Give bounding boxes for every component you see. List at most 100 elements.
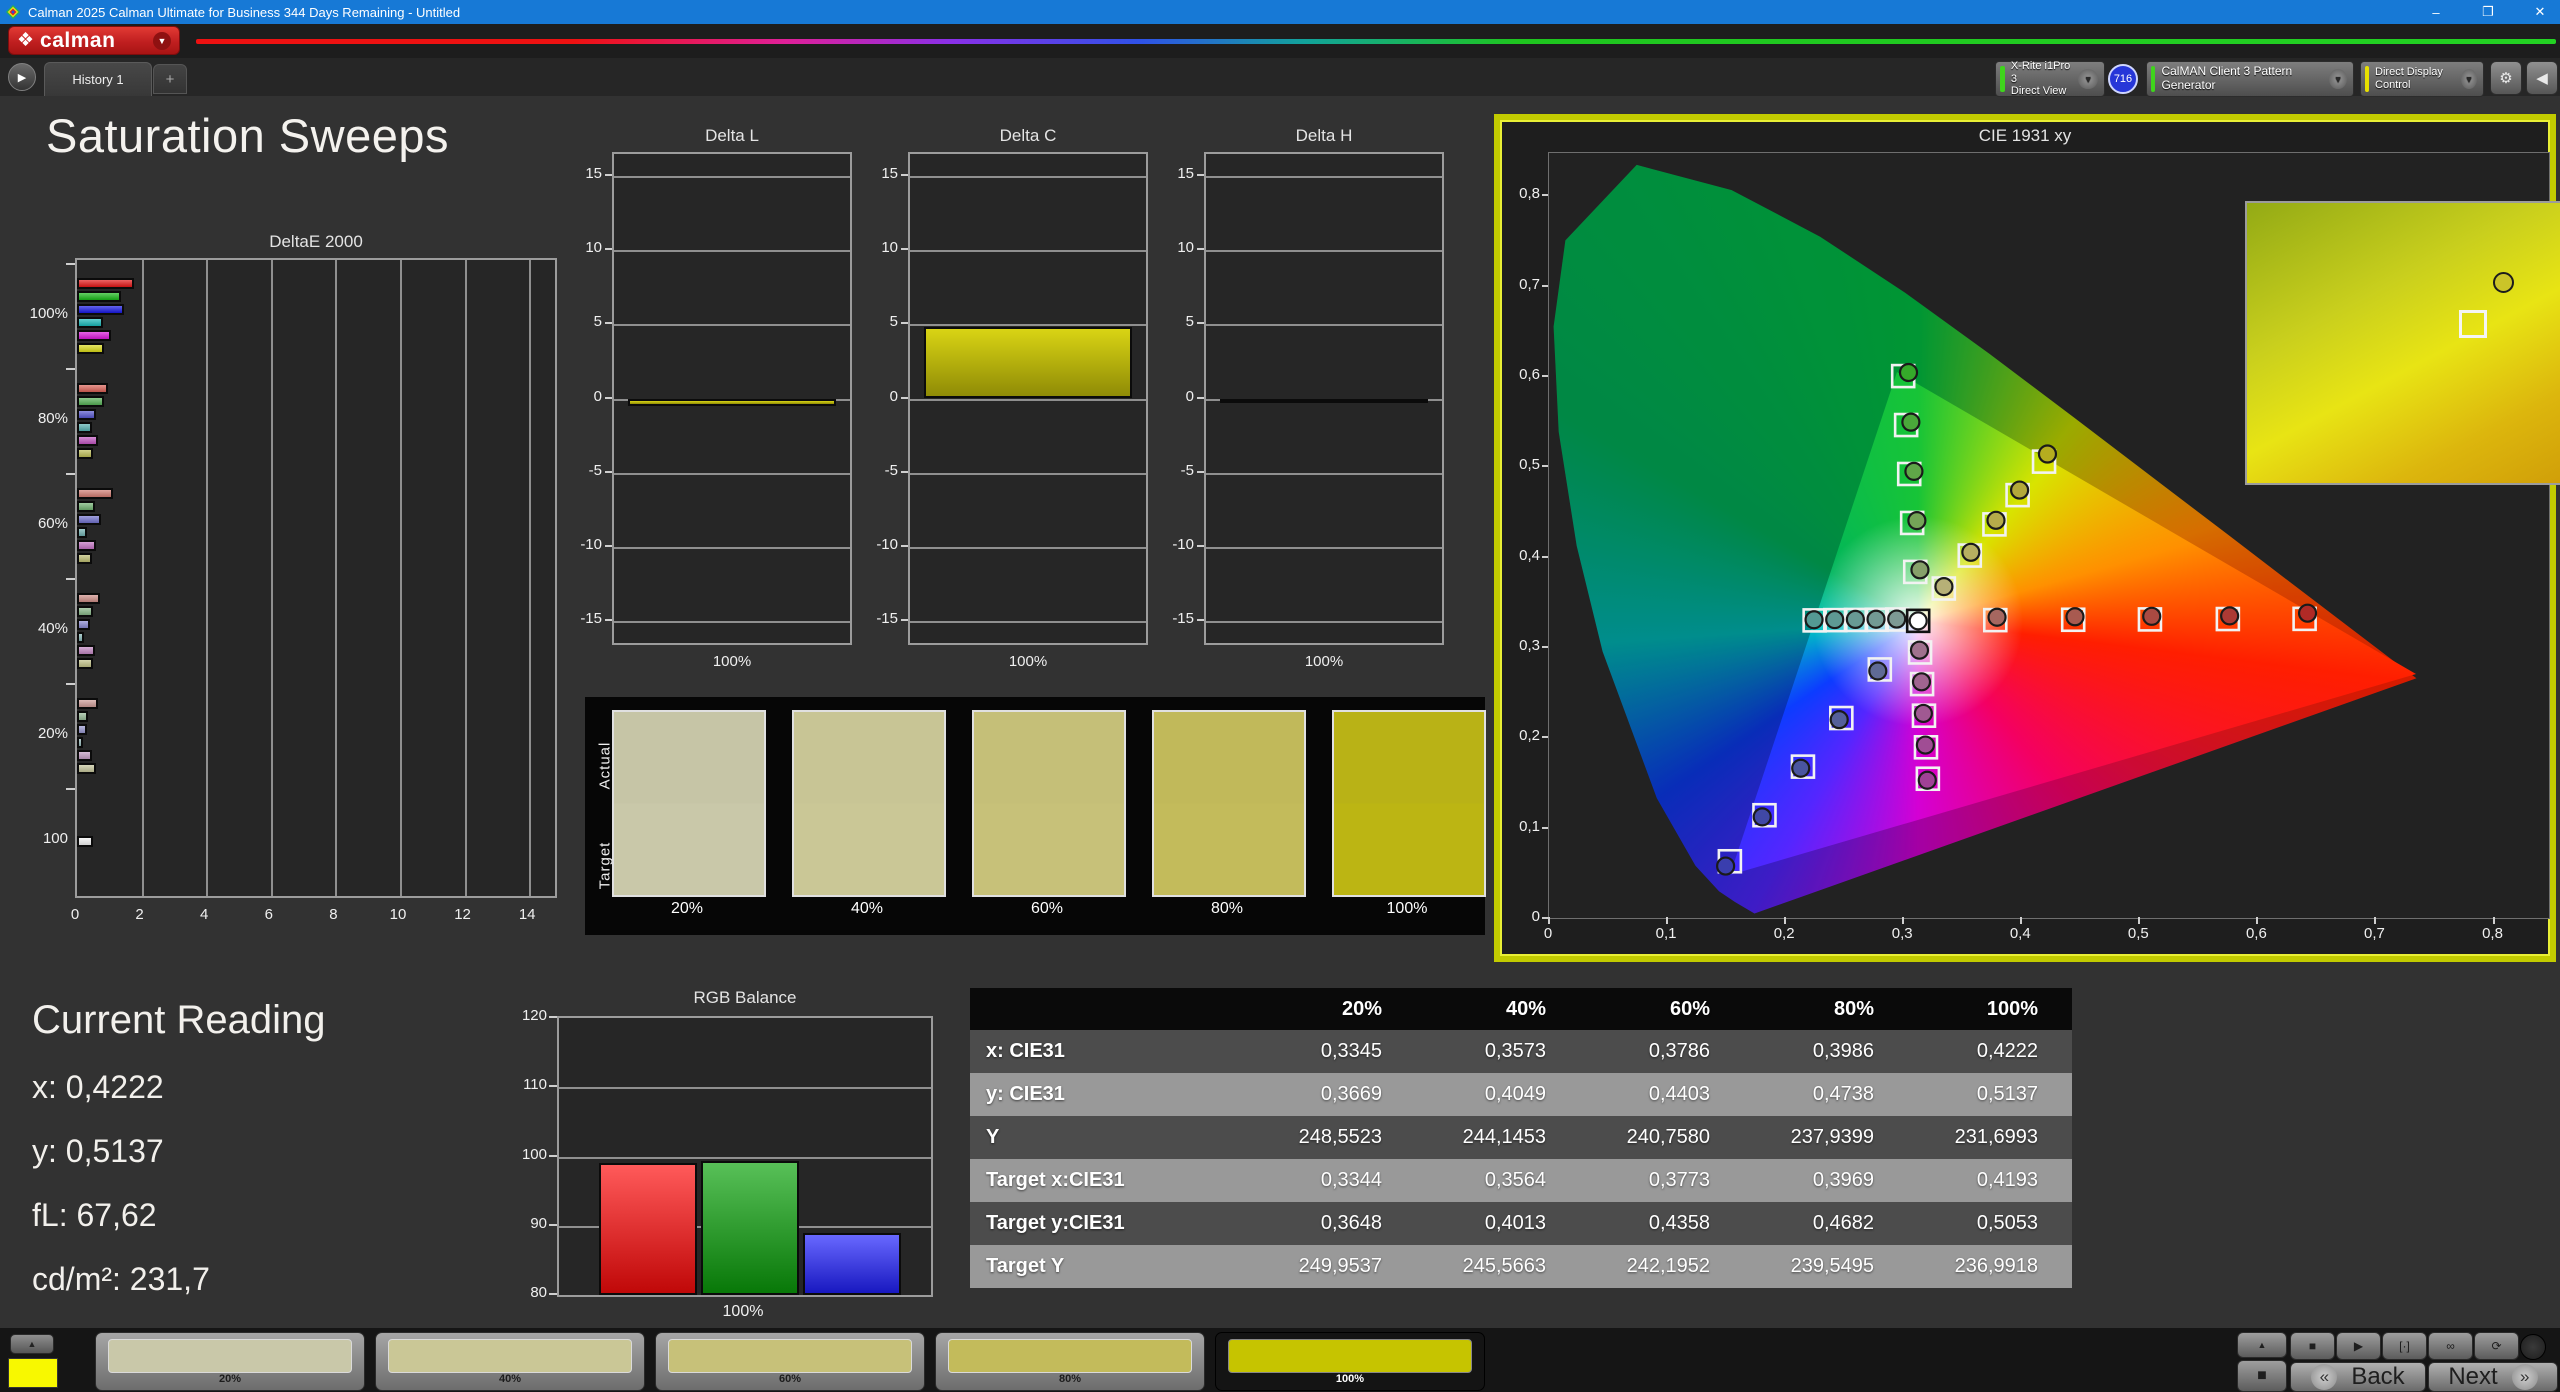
delta-y-tick: 5 — [1160, 313, 1194, 330]
rgb-axis-tick — [549, 1155, 557, 1157]
cie-measured-circle — [1919, 772, 1936, 789]
swatch-label: 40% — [792, 900, 942, 918]
add-tab-button[interactable]: + — [153, 64, 187, 94]
gridline — [1206, 473, 1442, 475]
deltae-x-tick: 4 — [194, 906, 214, 923]
deltae-bar — [77, 645, 95, 656]
deltae-group-label: 40% — [10, 620, 68, 637]
patch-button-40%[interactable]: 40% — [375, 1332, 645, 1391]
settings-button[interactable]: ⚙ — [2490, 61, 2522, 95]
deltae-bar — [77, 409, 96, 420]
restore-button[interactable]: ❐ — [2476, 4, 2500, 20]
big-stop-button[interactable]: ■ — [2237, 1360, 2287, 1392]
refresh-button[interactable]: ⟳ — [2474, 1332, 2519, 1360]
cie-zoom-inset — [2245, 201, 2560, 485]
chevrons-left-icon: « — [2311, 1364, 2337, 1390]
table-cell: 237,9399 — [1744, 1126, 1908, 1149]
stop-icon: ■ — [2257, 1367, 2267, 1385]
pattern-generator-dropdown[interactable]: CalMAN Client 3 Pattern Generator ▼ — [2146, 61, 2354, 97]
cie-measured-circle — [2299, 605, 2316, 622]
cie-measured-circle — [1868, 611, 1885, 628]
chevron-up-icon: ▲ — [28, 1339, 37, 1349]
gridline — [910, 250, 1146, 252]
stop-button[interactable]: ■ — [2290, 1332, 2335, 1360]
delta-axis-tick — [901, 322, 908, 324]
cie-plot-area — [1548, 152, 2550, 919]
table-cell: 0,3648 — [1252, 1212, 1416, 1235]
cie-y-tick: 0,4 — [1508, 547, 1540, 564]
patch-label: 40% — [376, 1373, 644, 1385]
patch-color — [948, 1339, 1192, 1373]
cie-measured-circle — [1917, 737, 1934, 754]
delta-axis-tick — [605, 471, 612, 473]
close-button[interactable]: ✕ — [2528, 4, 2552, 20]
delta-c-chart — [908, 152, 1148, 645]
cie-measured-circle — [1913, 673, 1930, 690]
cie-axis-tick — [1542, 556, 1548, 558]
cie-axis-tick — [2256, 917, 2258, 924]
display-status-bar — [2365, 66, 2369, 92]
gridline — [1206, 547, 1442, 549]
deltae-bar — [77, 422, 92, 433]
minimize-button[interactable]: – — [2424, 5, 2448, 20]
table-cell: 244,1453 — [1416, 1126, 1580, 1149]
patch-button-20%[interactable]: 20% — [95, 1332, 365, 1391]
table-cell: 0,3573 — [1416, 1040, 1580, 1063]
delta-x-label: 100% — [612, 653, 852, 670]
display-control-dropdown[interactable]: Direct Display Control ▼ — [2360, 61, 2484, 97]
deltae-x-tick: 14 — [517, 906, 537, 923]
delta-y-tick: -5 — [864, 462, 898, 479]
table-cell: 0,3786 — [1580, 1040, 1744, 1063]
deltae-bar — [77, 501, 95, 512]
cie-measured-circle — [1911, 642, 1928, 659]
rgb-y-tick: 90 — [511, 1215, 547, 1232]
chevron-down-icon: ▼ — [2078, 69, 2098, 89]
session-play-button[interactable]: ▶ — [8, 63, 36, 91]
cie-measured-circle — [2039, 446, 2056, 463]
delta-chart-title: Delta L — [612, 126, 852, 146]
table-row-label: Target Y — [970, 1255, 1252, 1278]
meter-dropdown[interactable]: X-Rite i1Pro 3 Direct View ▼ — [1995, 61, 2105, 97]
table-row: Target x:CIE310,33440,35640,37730,39690,… — [970, 1159, 2072, 1202]
deltae-bar — [77, 291, 121, 302]
patch-button-60%[interactable]: 60% — [655, 1332, 925, 1391]
deltae-x-tick: 2 — [130, 906, 150, 923]
patch-button-100%[interactable]: 100% — [1215, 1332, 1485, 1391]
calman-menu-button[interactable]: ❖ calman ▼ — [8, 26, 180, 55]
inset-measured-point — [2493, 272, 2514, 293]
delta-x-label: 100% — [908, 653, 1148, 670]
patch-color — [1228, 1339, 1472, 1373]
delta-y-tick: -15 — [568, 610, 602, 627]
patch-label: 80% — [936, 1373, 1204, 1385]
transport-expand-button[interactable]: ▲ — [2237, 1332, 2287, 1358]
play-button[interactable]: ▶ — [2336, 1332, 2381, 1360]
chevron-left-icon: ◀ — [2536, 69, 2548, 87]
cie-measured-circle — [2143, 608, 2160, 625]
page-title: Saturation Sweeps — [46, 108, 449, 163]
patch-list-expand-button[interactable]: ▲ — [10, 1334, 54, 1354]
rgb-y-tick: 120 — [511, 1007, 547, 1024]
delta-y-tick: 5 — [864, 313, 898, 330]
patch-button-80%[interactable]: 80% — [935, 1332, 1205, 1391]
rgb-chart-title: RGB Balance — [557, 988, 933, 1008]
cie-y-tick: 0,1 — [1508, 818, 1540, 835]
spectrum-gradient-line — [196, 39, 2556, 44]
delta-y-tick: 5 — [568, 313, 602, 330]
next-button[interactable]: Next » — [2428, 1362, 2558, 1392]
gridline — [614, 621, 850, 623]
table-cell: 231,6993 — [1908, 1126, 2072, 1149]
tab-history-1[interactable]: History 1 — [44, 62, 152, 96]
read-once-button[interactable]: [·] — [2382, 1332, 2427, 1360]
cie-x-tick: 0,4 — [2002, 925, 2038, 942]
patch-label: 20% — [96, 1373, 364, 1385]
table-row-label: x: CIE31 — [970, 1040, 1252, 1063]
meter-line2: Direct View — [2011, 85, 2066, 97]
continuous-read-button[interactable]: ∞ — [2428, 1332, 2473, 1360]
rgb-bar-green — [701, 1161, 799, 1295]
cie-measured-circle — [1987, 512, 2004, 529]
delta-y-tick: -10 — [1160, 536, 1194, 553]
current-reading-line: cd/m²: 231,7 — [32, 1261, 326, 1298]
cie-measured-circle — [2221, 607, 2238, 624]
back-button[interactable]: « Back — [2290, 1362, 2426, 1392]
collapse-panel-button[interactable]: ◀ — [2526, 61, 2558, 95]
